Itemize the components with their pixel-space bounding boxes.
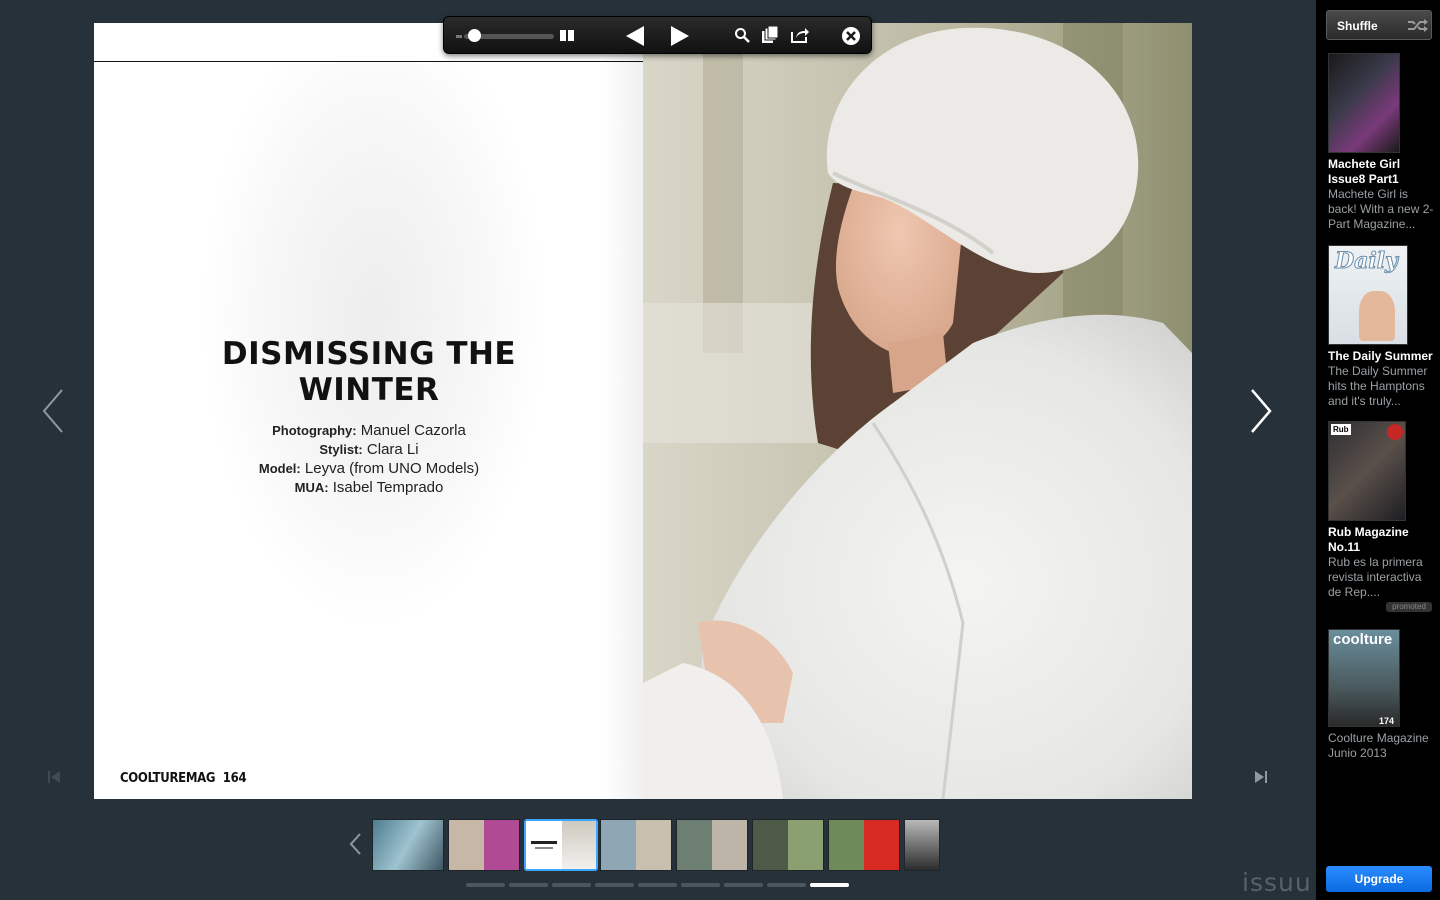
recommendation-title[interactable]: The Daily Summer: [1328, 349, 1436, 364]
thumbnail-strip: [372, 819, 942, 871]
thumbnail[interactable]: [752, 819, 824, 871]
page-dot[interactable]: [466, 883, 505, 887]
last-page-icon[interactable]: [1255, 770, 1267, 784]
article-credits: Photography: Manuel Cazorla Stylist: Cla…: [154, 421, 584, 497]
shuffle-label: Shuffle: [1337, 19, 1378, 33]
credit-row: Model: Leyva (from UNO Models): [258, 460, 480, 477]
thumbnail[interactable]: [828, 819, 900, 871]
previous-spread-arrow-icon[interactable]: [40, 388, 66, 434]
thumbnail[interactable]: [676, 819, 748, 871]
shuffle-button[interactable]: Shuffle: [1326, 10, 1432, 40]
folio-brand: COOLTUREMAG: [120, 771, 216, 786]
recommendation-cover[interactable]: Daily: [1328, 245, 1408, 345]
issuu-logo: issuu: [1242, 868, 1312, 897]
page-dot[interactable]: [724, 883, 763, 887]
thumbnail[interactable]: [448, 819, 520, 871]
recommendation-description: Machete Girl is back! With a new 2-Part …: [1328, 187, 1434, 231]
page-dot[interactable]: [638, 883, 677, 887]
recommendation-item[interactable]: Daily The Daily Summer The Daily Summer …: [1328, 245, 1436, 409]
credit-row: Stylist: Clara Li: [319, 441, 419, 458]
recommendation-description: Rub es la primera revista interactiva de…: [1328, 555, 1423, 599]
next-spread-arrow-icon[interactable]: [1248, 388, 1274, 434]
recommendation-cover[interactable]: Rub: [1328, 421, 1406, 521]
thumbnail-back-cover[interactable]: [904, 819, 940, 871]
credit-row: Photography: Manuel Cazorla: [272, 422, 466, 439]
page-folio: COOLTUREMAG 164: [120, 771, 247, 786]
page-dot[interactable]: [509, 883, 548, 887]
zoom-slider-handle[interactable]: [468, 29, 481, 42]
header-rule: [94, 61, 643, 62]
recommendation-item[interactable]: coolture 174 Coolture Magazine Junio 201…: [1328, 629, 1436, 761]
recommendations-sidebar: Shuffle Machete Girl Issue8 Part1 Machet…: [1316, 0, 1440, 900]
recommendation-description: The Daily Summer hits the Hamptons and i…: [1328, 364, 1428, 408]
recommendation-cover[interactable]: [1328, 53, 1400, 153]
model-photo: [643, 23, 1192, 799]
page-gutter: [603, 23, 643, 799]
close-icon[interactable]: [841, 26, 861, 46]
folio-page-number: 164: [222, 771, 247, 786]
recommendation-description: Coolture Magazine Junio 2013: [1328, 731, 1429, 760]
next-page-icon[interactable]: [669, 25, 691, 47]
left-page[interactable]: DISMISSING THE WINTER Photography: Manue…: [94, 23, 643, 799]
page-dot[interactable]: [595, 883, 634, 887]
share-icon[interactable]: [790, 26, 810, 44]
magazine-spread[interactable]: DISMISSING THE WINTER Photography: Manue…: [94, 23, 1192, 799]
page-indicator: [466, 883, 856, 888]
thumbnails-previous-icon[interactable]: [348, 832, 362, 856]
article-title: DISMISSING THE WINTER: [221, 336, 517, 408]
recommendation-cover[interactable]: coolture 174: [1328, 629, 1400, 727]
thumbnail[interactable]: [372, 819, 444, 871]
page-dot[interactable]: [552, 883, 591, 887]
recommendation-title[interactable]: Rub Magazine No.11: [1328, 525, 1436, 555]
page-dot-current[interactable]: [810, 883, 849, 887]
thumbnail-current[interactable]: [524, 819, 598, 871]
recommendation-item[interactable]: Machete Girl Issue8 Part1 Machete Girl i…: [1328, 53, 1436, 232]
thumbnail[interactable]: [600, 819, 672, 871]
two-page-view-icon[interactable]: [560, 30, 574, 41]
promoted-badge: promoted: [1386, 602, 1432, 612]
upgrade-button[interactable]: Upgrade: [1326, 866, 1432, 892]
credit-row: MUA: Isabel Temprado: [294, 479, 444, 496]
search-icon[interactable]: [734, 27, 750, 43]
right-page-photo[interactable]: [643, 23, 1192, 799]
recommendation-item[interactable]: Rub Rub Magazine No.11 Rub es la primera…: [1328, 421, 1436, 600]
library-icon[interactable]: [761, 26, 779, 44]
first-page-icon[interactable]: [48, 770, 60, 784]
recommendation-title[interactable]: Machete Girl Issue8 Part1: [1328, 157, 1436, 187]
page-dot[interactable]: [767, 883, 806, 887]
previous-page-icon[interactable]: [624, 25, 646, 47]
zoom-min-icon: [456, 35, 462, 38]
reader-toolbar: [443, 16, 872, 54]
shuffle-icon: [1408, 19, 1428, 32]
page-dot[interactable]: [681, 883, 720, 887]
